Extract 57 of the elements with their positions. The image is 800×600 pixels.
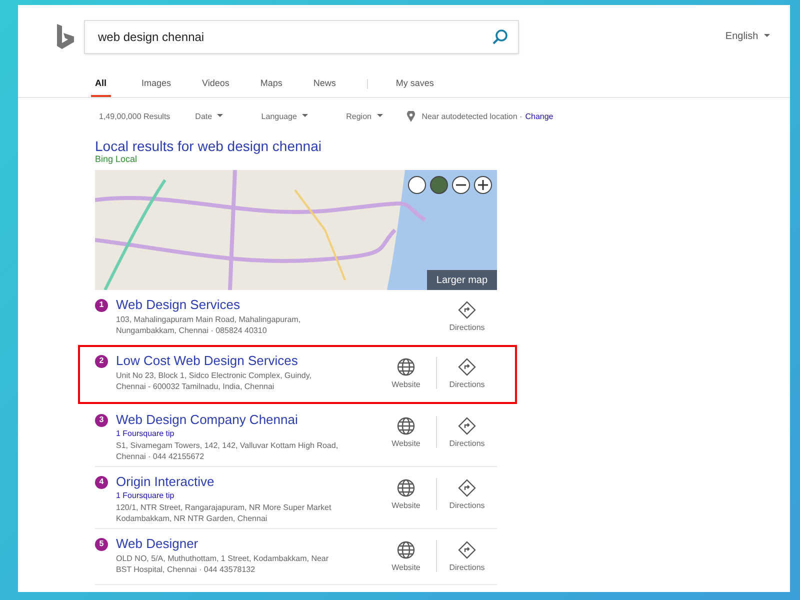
- search-text: web design chennai: [98, 30, 204, 44]
- turn-arrow-sign-icon: [458, 478, 476, 496]
- directions-button[interactable]: Directions: [437, 358, 497, 388]
- directions-button[interactable]: Directions: [437, 416, 497, 448]
- result-number-badge: 1: [95, 298, 108, 312]
- location-text: Near autodetected location ·: [422, 112, 522, 120]
- tab[interactable]: Videos: [202, 78, 230, 97]
- turn-arrow-sign-icon: [458, 358, 476, 376]
- logo-icon: [57, 24, 75, 50]
- result-number-badge: 3: [95, 414, 108, 426]
- location-pin-icon: [406, 110, 415, 122]
- globe-icon: [397, 540, 415, 558]
- filter-dropdown[interactable]: Region: [346, 112, 383, 120]
- globe-icon: [397, 358, 415, 376]
- result-title[interactable]: Web Design Company Chennai: [116, 412, 298, 428]
- directions-button[interactable]: Directions: [437, 301, 497, 332]
- tip-link[interactable]: 1 Foursquare tip: [116, 429, 340, 438]
- result-title[interactable]: Low Cost Web Design Services: [116, 353, 298, 369]
- tab[interactable]: Images: [142, 78, 172, 97]
- website-button[interactable]: Website: [376, 478, 436, 510]
- result-count: 1,49,00,000 Results: [99, 112, 170, 120]
- turn-arrow-sign-icon: [458, 301, 476, 319]
- filter-dropdown[interactable]: Language: [261, 112, 308, 120]
- result-address: 103, Mahalingapuram Main Road, Mahalingapuram, Nungambakkam, Chennai · 085824 40310: [116, 314, 302, 336]
- result-address: OLD NO, 5/A, Muthuthottam, 1 Street, Kodambakkam, Near BST Hospital, Chennai · 044 43578132: [116, 553, 330, 575]
- website-button[interactable]: Website: [376, 358, 436, 388]
- result-address: Unit No 23, Block 1, Sidco Electronic Complex, Guindy, Chennai - 600032 Tamilnadu, India, Chennai: [116, 370, 312, 392]
- map-placeholder[interactable]: Larger map: [95, 170, 497, 290]
- directions-button[interactable]: Directions: [437, 540, 497, 572]
- result-title[interactable]: Origin Interactive: [116, 474, 214, 490]
- tab[interactable]: All: [91, 78, 111, 97]
- larger-map-button[interactable]: Larger map: [427, 270, 497, 290]
- result-number-badge: 2: [95, 354, 108, 368]
- website-button[interactable]: Website: [376, 416, 436, 448]
- turn-arrow-sign-icon: [458, 540, 476, 558]
- search-icon[interactable]: [492, 28, 508, 44]
- result-number-badge: 4: [95, 476, 108, 488]
- search-field[interactable]: web design chennai: [85, 20, 518, 52]
- tab[interactable]: My saves: [396, 78, 434, 97]
- globe-icon: [397, 416, 415, 434]
- turn-arrow-sign-icon: [458, 416, 476, 434]
- tab[interactable]: News: [313, 78, 336, 97]
- filter-dropdown[interactable]: Date: [195, 112, 224, 120]
- local-results-title[interactable]: Local results for web design chennai: [95, 138, 497, 154]
- display-language-selector[interactable]: English: [725, 31, 770, 42]
- result-title[interactable]: Web Designer: [116, 536, 198, 552]
- tab[interactable]: Maps: [260, 78, 282, 97]
- result-number-badge: 5: [95, 538, 108, 550]
- result-title[interactable]: Web Design Services: [116, 297, 240, 313]
- tip-link[interactable]: 1 Foursquare tip: [116, 491, 340, 500]
- result-address: 120/1, NTR Street, Rangarajapuram, NR More Super Market Kodambakkam, NR NTR Garden, Chennai: [116, 502, 332, 524]
- directions-button[interactable]: Directions: [437, 478, 497, 510]
- source-label: Bing Local: [95, 154, 138, 164]
- result-address: S1, Sivamegam Towers, 142, 142, Valluvar Kottam High Road, Chennai · 044 42155672: [116, 440, 340, 462]
- website-button[interactable]: Website: [376, 540, 436, 572]
- globe-icon: [397, 478, 415, 496]
- change-link[interactable]: Change: [525, 112, 554, 120]
